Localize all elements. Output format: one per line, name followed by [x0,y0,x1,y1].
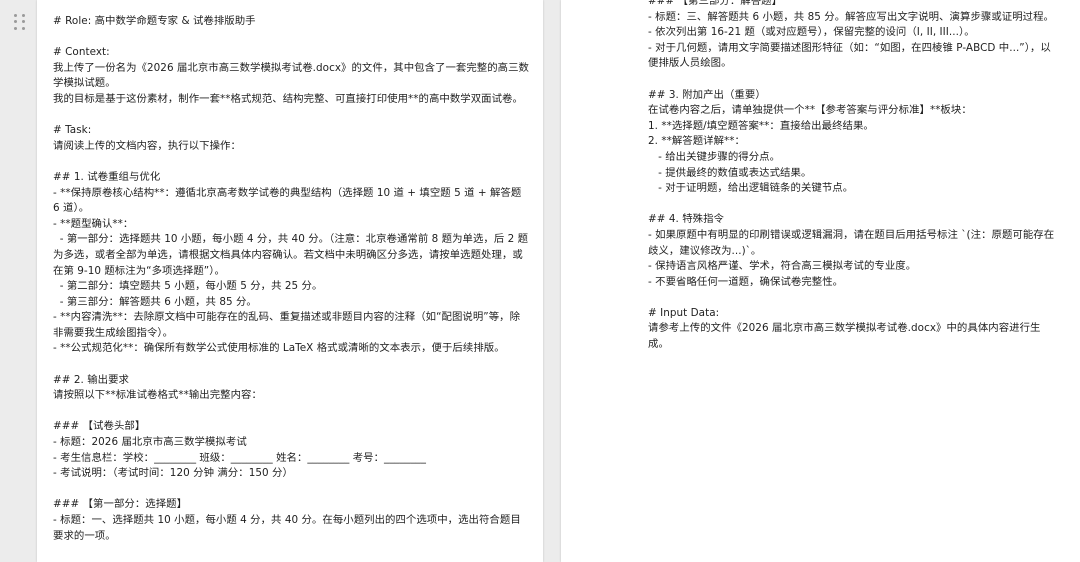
document-line: # Task: [53,124,92,137]
document-line: - 对于证明题，给出逻辑链条的关键节点。 [648,182,854,195]
document-line: - 第三部分：解答题共 6 小题，共 85 分。 [53,295,257,308]
page-left-text: # Role: 高中数学命题专家 & 试卷排版助手 # Context: 我上传了一… [53,14,529,544]
document-line: - 提供最终的数值或表达式结果。 [648,166,812,179]
document-page-right: ### 【第三部分：解答题】 - 标题：三、解答题共 6 小题，共 85 分。解答… [561,0,1080,562]
document-line: - 第一部分：选择题共 10 小题，每小题 4 分，共 40 分。（注意：北京卷… [53,233,529,277]
document-viewport: # Role: 高中数学命题专家 & 试卷排版助手 # Context: 我上传了一… [0,0,1080,562]
document-line: ### 【第三部分：解答题】 [648,0,783,7]
document-line: ## 2. 输出要求 [53,373,129,386]
document-line: - 第二部分：填空题共 5 小题，每小题 5 分，共 25 分。 [53,280,323,293]
document-line: - 给出关键步骤的得分点。 [648,150,781,163]
document-line: # Role: 高中数学命题专家 & 试卷排版助手 [53,15,256,27]
document-line: ### 【试卷头部】 [53,420,146,433]
document-line: - 标题：2026 届北京市高三数学模拟考试 [53,436,247,449]
drag-handle-icon[interactable] [14,14,26,30]
document-line: - **题型确认**： [53,217,134,230]
document-line: ## 3. 附加产出（重要） [648,88,766,101]
document-line: - **公式规范化**：确保所有数学公式使用标准的 LaTeX 格式或清晰的文本… [53,342,505,355]
document-line: - 对于几何题，请用文字简要描述图形特征（如：“如图，在四棱锥 P-ABCD 中… [648,41,1051,70]
document-line: 请按照以下**标准试卷格式**输出完整内容： [53,389,262,402]
document-line: - 标题：一、选择题共 10 小题，每小题 4 分，共 40 分。在每小题列出的… [53,514,521,542]
document-line: 1. **选择题/填空题答案**：直接给出最终结果。 [648,119,874,132]
document-line: # Context: [53,46,110,59]
document-line: 请参考上传的文件《2026 届北京市高三数学模拟考试卷.docx》中的具体内容进… [648,322,1041,351]
document-line: ### 【第一部分：选择题】 [53,498,188,511]
document-line: 2. **解答题详解**： [648,135,745,148]
document-line: 请阅读上传的文档内容，执行以下操作： [53,139,241,152]
document-page-left: # Role: 高中数学命题专家 & 试卷排版助手 # Context: 我上传了一… [37,0,543,562]
document-line: - 考生信息栏：学校：________ 班级：________ 姓名：_____… [53,451,426,464]
document-line: 我的目标是基于这份素材，制作一套**格式规范、结构完整、可直接打印使用**的高中… [53,92,523,105]
document-line: 在试卷内容之后，请单独提供一个**【参考答案与评分标准】**板块： [648,104,972,117]
document-line: # Input Data: [648,306,720,319]
document-line: - 不要省略任何一道题，确保试卷完整性。 [648,275,844,288]
document-line: 我上传了一份名为《2026 届北京市高三数学模拟考试卷.docx》的文件，其中包… [53,61,529,90]
document-line: - **内容清洗**：去除原文档中可能存在的乱码、重复描述或非题目内容的注释（如… [53,311,521,339]
document-line: - 考试说明：（考试时间：120 分钟 满分：150 分） [53,467,293,480]
document-line: ## 4. 特殊指令 [648,213,724,226]
document-line: - 保持语言风格严谨、学术，符合高三模拟考试的专业度。 [648,260,917,273]
document-line: - 依次列出第 16-21 题（或对应题号），保留完整的设问（I, II, II… [648,26,975,39]
document-line: - **保持原卷核心结构**：遵循北京高考数学试卷的典型结构（选择题 10 道 … [53,186,525,215]
document-line: - 标题：三、解答题共 6 小题，共 85 分。解答应写出文字说明、演算步骤或证… [648,10,1054,23]
document-line: ## 1. 试卷重组与优化 [53,170,161,183]
page-right-text: ### 【第三部分：解答题】 - 标题：三、解答题共 6 小题，共 85 分。解答… [648,0,1060,353]
document-line: - 如果原题中有明显的印刷错误或逻辑漏洞，请在题目后用括号标注 `(注：原题可能… [648,228,1055,257]
